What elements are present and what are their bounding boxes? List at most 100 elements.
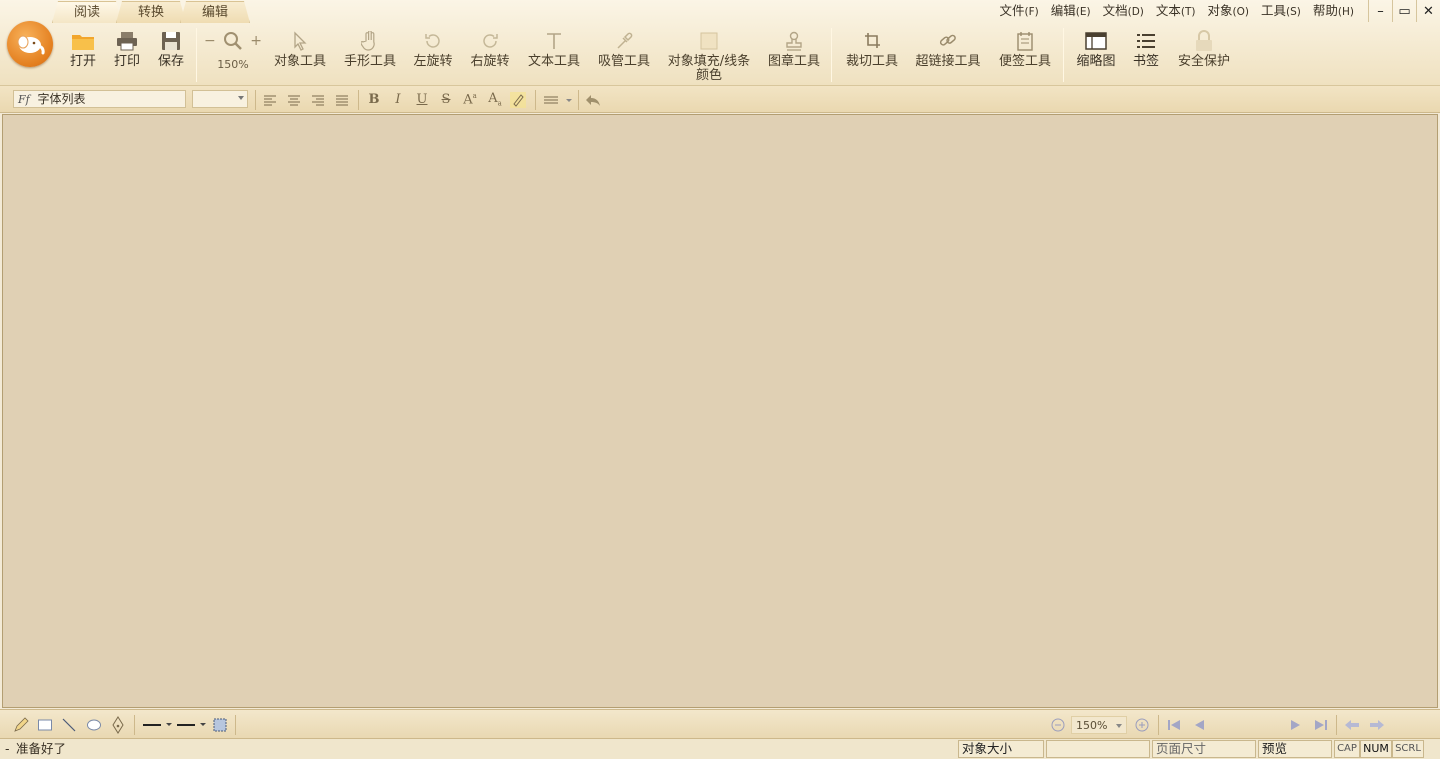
- font-size-select[interactable]: [192, 90, 248, 108]
- hand-tool-button[interactable]: 手形工具: [340, 28, 400, 84]
- menu-document-label: 文档: [1102, 3, 1128, 18]
- crop-tool-button[interactable]: 裁切工具: [842, 28, 902, 84]
- chevron-down-icon: [1116, 724, 1122, 728]
- close-icon: ✕: [1423, 3, 1434, 19]
- undo-arrow-icon: [586, 94, 600, 106]
- eyedropper-tool-button[interactable]: 吸管工具: [594, 28, 654, 84]
- format-divider: [358, 90, 359, 110]
- highlight-button[interactable]: [508, 90, 528, 109]
- justify-button[interactable]: [332, 90, 352, 109]
- ribbon: 阅读 转换 编辑 文件(F) 编辑(E) 文档(D) 文本(T) 对象(O) 工…: [0, 0, 1440, 86]
- line-tool-button[interactable]: [60, 716, 78, 734]
- pen-nib-icon: [112, 716, 124, 734]
- line-weight-dropdown[interactable]: [176, 716, 208, 734]
- first-page-button[interactable]: [1165, 716, 1183, 734]
- sticky-note-icon: [1017, 32, 1033, 51]
- tab-edit[interactable]: 编辑: [180, 1, 250, 23]
- note-tool-label: 便签工具: [998, 54, 1051, 69]
- format-divider: [578, 90, 579, 110]
- note-tool-button[interactable]: 便签工具: [995, 28, 1055, 84]
- underline-icon: U: [416, 92, 428, 107]
- fill-color-label-line2: 颜色: [695, 68, 722, 83]
- line-style-dropdown[interactable]: [142, 716, 174, 734]
- menu-help[interactable]: 帮助(H): [1307, 0, 1360, 22]
- rectangle-tool-button[interactable]: [36, 716, 54, 734]
- magnifier-icon[interactable]: [223, 31, 243, 51]
- menu-edit-label: 编辑: [1050, 3, 1076, 18]
- open-button[interactable]: 打开: [66, 28, 100, 84]
- hyperlink-tool-label: 超链接工具: [915, 54, 981, 69]
- object-tool-button[interactable]: 对象工具: [270, 28, 330, 84]
- print-button[interactable]: 打印: [110, 28, 144, 84]
- zoom-select[interactable]: 150%: [1071, 716, 1127, 734]
- menu-text[interactable]: 文本(T): [1150, 0, 1202, 22]
- close-button[interactable]: ✕: [1416, 0, 1440, 22]
- thumbnails-button[interactable]: 缩略图: [1072, 28, 1120, 84]
- pen-tool-button[interactable]: [109, 716, 127, 734]
- previous-page-icon: [1195, 720, 1204, 730]
- menu-file[interactable]: 文件(F): [994, 0, 1045, 22]
- stamp-tool-label: 图章工具: [767, 54, 820, 69]
- bold-button[interactable]: B: [364, 90, 384, 109]
- next-page-button[interactable]: [1287, 716, 1305, 734]
- superscript-button[interactable]: Aa: [460, 90, 480, 109]
- zoom-in-button[interactable]: [1133, 716, 1151, 734]
- align-left-button[interactable]: [260, 90, 280, 109]
- align-center-button[interactable]: [284, 90, 304, 109]
- strikethrough-button[interactable]: S: [436, 90, 456, 109]
- maximize-button[interactable]: ▭: [1392, 0, 1416, 22]
- menu-object[interactable]: 对象(O): [1202, 0, 1255, 22]
- hyperlink-tool-button[interactable]: 超链接工具: [912, 28, 984, 84]
- security-button[interactable]: 安全保护: [1174, 28, 1234, 84]
- bookmarks-button[interactable]: 书签: [1128, 28, 1164, 84]
- menu-edit[interactable]: 编辑(E): [1045, 0, 1097, 22]
- eyedropper-tool-label: 吸管工具: [597, 54, 650, 69]
- select-area-icon: [213, 718, 227, 732]
- tab-read[interactable]: 阅读: [52, 1, 122, 23]
- ellipse-tool-button[interactable]: [85, 716, 103, 734]
- minimize-button[interactable]: –: [1368, 0, 1392, 22]
- crop-tool-label: 裁切工具: [845, 54, 898, 69]
- zoom-out-icon[interactable]: −: [200, 33, 216, 49]
- forward-view-button[interactable]: [1368, 716, 1386, 734]
- rotate-left-button[interactable]: 左旋转: [410, 28, 456, 84]
- tab-convert[interactable]: 转换: [116, 1, 186, 23]
- save-button[interactable]: 保存: [154, 28, 188, 84]
- previous-page-button[interactable]: [1190, 716, 1208, 734]
- align-center-icon: [288, 95, 300, 105]
- menu-tools-label: 工具: [1261, 3, 1287, 18]
- status-message: 准备好了: [16, 741, 67, 756]
- pencil-tool-button[interactable]: [12, 716, 30, 734]
- menu-document[interactable]: 文档(D): [1097, 0, 1150, 22]
- forward-arrow-icon: [1370, 720, 1384, 730]
- open-label: 打开: [69, 54, 96, 69]
- select-area-button[interactable]: [211, 716, 229, 734]
- menu-tools-accel: (S): [1286, 6, 1301, 18]
- undo-button[interactable]: [583, 90, 603, 109]
- lock-icon: [1196, 30, 1212, 51]
- text-tool-button[interactable]: 文本工具: [524, 28, 584, 84]
- document-canvas[interactable]: [2, 114, 1438, 708]
- eyedropper-icon: [617, 32, 633, 49]
- font-list-combobox[interactable]: Ff 字体列表: [13, 90, 186, 108]
- zoom-in-icon[interactable]: +: [250, 33, 266, 49]
- rotate-right-icon: [483, 34, 498, 48]
- underline-button[interactable]: U: [412, 90, 432, 109]
- italic-button[interactable]: I: [388, 90, 408, 109]
- fill-color-button[interactable]: 对象填充/线条 颜色: [664, 28, 754, 84]
- stamp-tool-button[interactable]: 图章工具: [764, 28, 824, 84]
- last-page-button[interactable]: [1312, 716, 1330, 734]
- line-spacing-dropdown[interactable]: [540, 90, 574, 109]
- subscript-button[interactable]: Aa: [485, 90, 505, 109]
- list-icon: [1137, 34, 1155, 48]
- caps-lock-indicator: CAP: [1334, 740, 1360, 758]
- menu-text-label: 文本: [1155, 3, 1181, 18]
- app-logo-button[interactable]: [7, 21, 53, 67]
- menu-tools[interactable]: 工具(S): [1255, 0, 1307, 22]
- zoom-select-value: 150%: [1076, 719, 1108, 732]
- back-view-button[interactable]: [1343, 716, 1361, 734]
- rotate-right-button[interactable]: 右旋转: [467, 28, 513, 84]
- align-right-button[interactable]: [308, 90, 328, 109]
- drawing-divider: [235, 715, 236, 735]
- zoom-out-button[interactable]: [1049, 716, 1067, 734]
